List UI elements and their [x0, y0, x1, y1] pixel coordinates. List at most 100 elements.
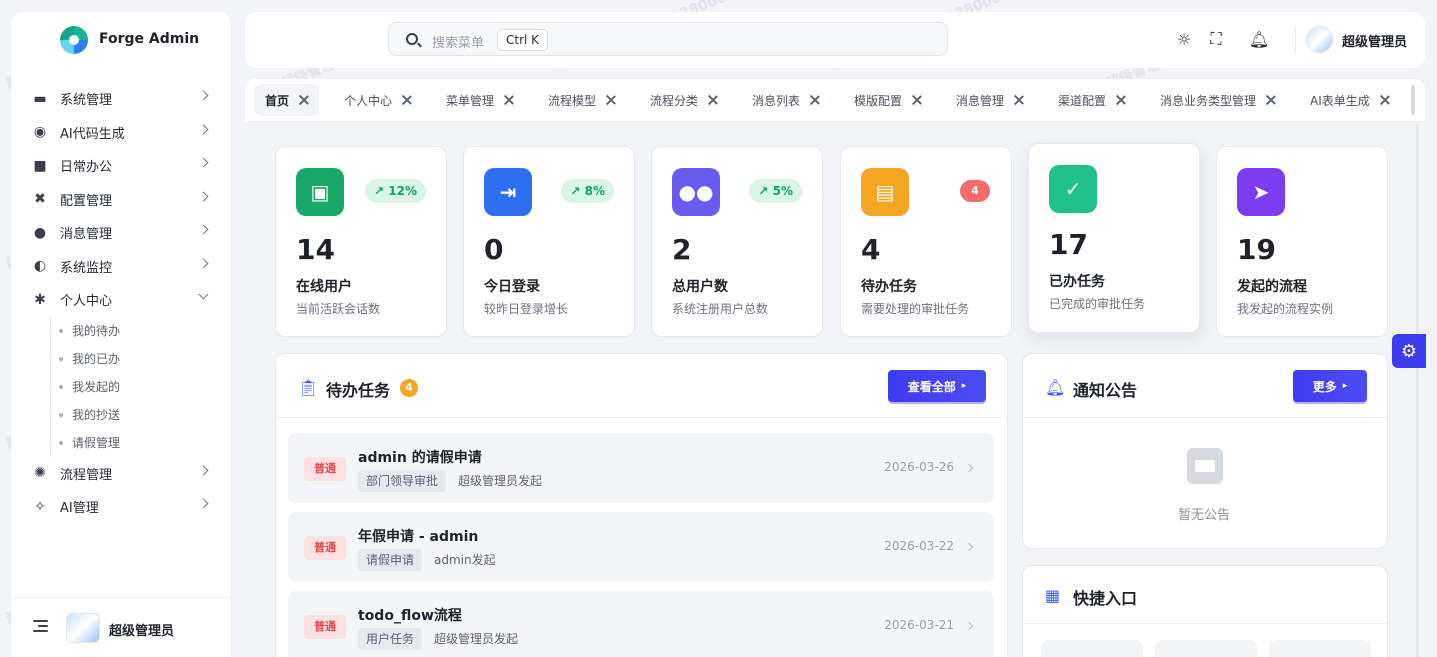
task-title: todo_flow流程	[358, 608, 462, 624]
sidebar-item-message[interactable]: ● 消息管理	[11, 216, 231, 250]
sidebar-subitem-cc[interactable]: 我的抄送	[59, 401, 231, 429]
tab-label: AI表单生成	[1310, 93, 1370, 108]
stat-card-started-flows[interactable]: ➤ 19 发起的流程 我发起的流程实例	[1216, 146, 1388, 337]
content-scrollbar[interactable]	[1416, 124, 1419, 657]
tab-label: 个人中心	[344, 93, 393, 108]
bullet-icon	[59, 412, 63, 417]
tab-message-list[interactable]: 消息列表	[742, 84, 830, 116]
sidebar-item-personal[interactable]: ✱ 个人中心	[11, 283, 231, 317]
notice-panel-header: 🔔︎ 通知公告 更多 ▸	[1023, 354, 1387, 418]
tab-message-type[interactable]: 消息业务类型管理	[1150, 84, 1286, 116]
close-icon[interactable]	[810, 95, 820, 105]
sidebar-item-office[interactable]: ■ 日常办公	[11, 149, 231, 183]
quick-entry-item[interactable]	[1155, 640, 1257, 657]
close-icon[interactable]	[1116, 95, 1126, 105]
tab-flow-model[interactable]: 流程模型	[538, 84, 626, 116]
close-icon[interactable]	[402, 95, 412, 105]
header-user-name[interactable]: 超级管理员	[1342, 31, 1407, 50]
login-icon: ⇥	[484, 168, 532, 216]
sidebar-subitem-done[interactable]: 我的已办	[59, 345, 231, 373]
avatar[interactable]	[66, 613, 100, 643]
fullscreen-icon[interactable]: ⛶	[1207, 29, 1225, 48]
tab-ai-form[interactable]: AI表单生成	[1300, 84, 1400, 116]
theme-toggle-icon[interactable]: ☼	[1175, 30, 1193, 49]
avatar[interactable]	[1306, 26, 1333, 53]
chevron-down-icon	[198, 289, 209, 300]
close-icon[interactable]	[708, 95, 718, 105]
tab-template[interactable]: 模版配置	[844, 84, 932, 116]
empty-notice-text: 暂无公告	[1178, 508, 1231, 523]
bell-icon: 🔔︎	[1045, 378, 1066, 397]
close-icon[interactable]	[606, 95, 616, 105]
chevron-right-icon	[198, 124, 209, 134]
brand[interactable]: Forge Admin	[11, 12, 231, 68]
stat-card-total-users[interactable]: ●● ↗ 5% 2 总用户数 系统注册用户总数	[651, 146, 823, 337]
bullet-icon	[59, 440, 63, 445]
tab-channel[interactable]: 渠道配置	[1048, 84, 1136, 116]
sidebar-item-ai-code[interactable]: ◉ AI代码生成	[11, 116, 231, 150]
close-icon[interactable]	[912, 95, 922, 105]
task-item[interactable]: 普通 todo_flow流程 用户任务 超级管理员发起 2026-03-21	[288, 591, 994, 657]
search-input[interactable]: 搜索菜单 Ctrl K	[388, 22, 948, 56]
sidebar-item-ai[interactable]: ✧ AI管理	[11, 490, 231, 524]
briefcase-icon: ■	[33, 157, 47, 174]
sidebar-item-config[interactable]: ✖ 配置管理	[11, 183, 231, 217]
message-icon: ●	[33, 224, 47, 241]
priority-tag: 普通	[304, 457, 346, 481]
stat-card-todo[interactable]: ▤ 4 4 待办任务 需要处理的审批任务	[840, 146, 1012, 337]
clipboard-clock-icon: ▤	[861, 168, 909, 216]
tab-home[interactable]: 首页	[255, 84, 320, 116]
view-all-button[interactable]: 查看全部 ▸	[888, 370, 986, 402]
sidebar-subitem-leave[interactable]: 请假管理	[59, 429, 231, 457]
more-button[interactable]: 更多 ▸	[1293, 370, 1367, 402]
close-icon[interactable]	[299, 95, 309, 105]
tab-label: 渠道配置	[1058, 93, 1107, 108]
close-icon[interactable]	[504, 95, 514, 105]
task-node-chip: 用户任务	[358, 628, 423, 650]
chevron-right-icon	[964, 542, 974, 552]
stat-card-done[interactable]: ✓ 17 已办任务 已完成的审批任务	[1028, 143, 1200, 333]
sidebar-subitem-todo[interactable]: 我的待办	[59, 317, 231, 345]
notice-panel-title: 通知公告	[1073, 381, 1138, 400]
bullet-icon	[59, 356, 63, 361]
sidebar-item-monitor[interactable]: ◐ 系统监控	[11, 250, 231, 284]
settings-gear-icon[interactable]: ⚙	[1392, 334, 1426, 368]
sidebar-subitem-label: 我的抄送	[72, 408, 121, 422]
collapse-sidebar-icon[interactable]	[33, 620, 48, 634]
quick-entry-item[interactable]	[1269, 640, 1371, 657]
sidebar-item-label: 系统管理	[60, 93, 113, 109]
sidebar-subitem-started[interactable]: 我发起的	[59, 373, 231, 401]
tab-menu[interactable]: 菜单管理	[436, 84, 524, 116]
tab-label: 消息列表	[752, 93, 801, 108]
sidebar-subitem-label: 我的待办	[72, 324, 121, 338]
tab-personal[interactable]: 个人中心	[334, 84, 422, 116]
bell-icon[interactable]: 🔔︎	[1249, 30, 1269, 49]
sidebar-item-label: 日常办公	[60, 160, 113, 176]
magic-wand-icon: ✧	[34, 498, 46, 515]
stat-value: 14	[296, 233, 335, 266]
close-icon[interactable]	[1014, 95, 1024, 105]
tab-scrollbar[interactable]	[1411, 85, 1415, 115]
chevron-right-icon	[198, 258, 209, 268]
sidebar-item-label: 个人中心	[60, 294, 113, 310]
ai-code-icon: ◉	[33, 124, 47, 141]
tools-icon: ✖	[34, 191, 46, 208]
sidebar-item-workflow[interactable]: ✺ 流程管理	[11, 457, 231, 491]
todo-panel-title: 待办任务	[326, 381, 391, 400]
stat-desc: 我发起的流程实例	[1237, 302, 1334, 316]
task-item[interactable]: 普通 admin 的请假申请 部门领导审批 超级管理员发起 2026-03-26	[288, 433, 994, 503]
task-item[interactable]: 普通 年假申请 - admin 请假申请 admin发起 2026-03-22	[288, 512, 994, 582]
chevron-right-icon	[198, 90, 209, 101]
close-icon[interactable]	[1266, 95, 1276, 105]
sidebar-item-label: 配置管理	[60, 193, 113, 209]
stat-desc: 已完成的审批任务	[1049, 297, 1146, 311]
stat-card-online-users[interactable]: ▣ ↗ 12% 14 在线用户 当前活跃会话数	[275, 146, 447, 337]
quick-entry-item[interactable]	[1041, 640, 1143, 657]
close-icon[interactable]	[1380, 95, 1390, 105]
header-divider	[1295, 28, 1296, 52]
send-icon: ➤	[1237, 168, 1285, 216]
tab-message-manage[interactable]: 消息管理	[946, 84, 1034, 116]
sidebar-item-system[interactable]: ▬ 系统管理	[11, 82, 231, 116]
stat-card-today-login[interactable]: ⇥ ↗ 8% 0 今日登录 较昨日登录增长	[463, 146, 635, 337]
tab-flow-category[interactable]: 流程分类	[640, 84, 728, 116]
